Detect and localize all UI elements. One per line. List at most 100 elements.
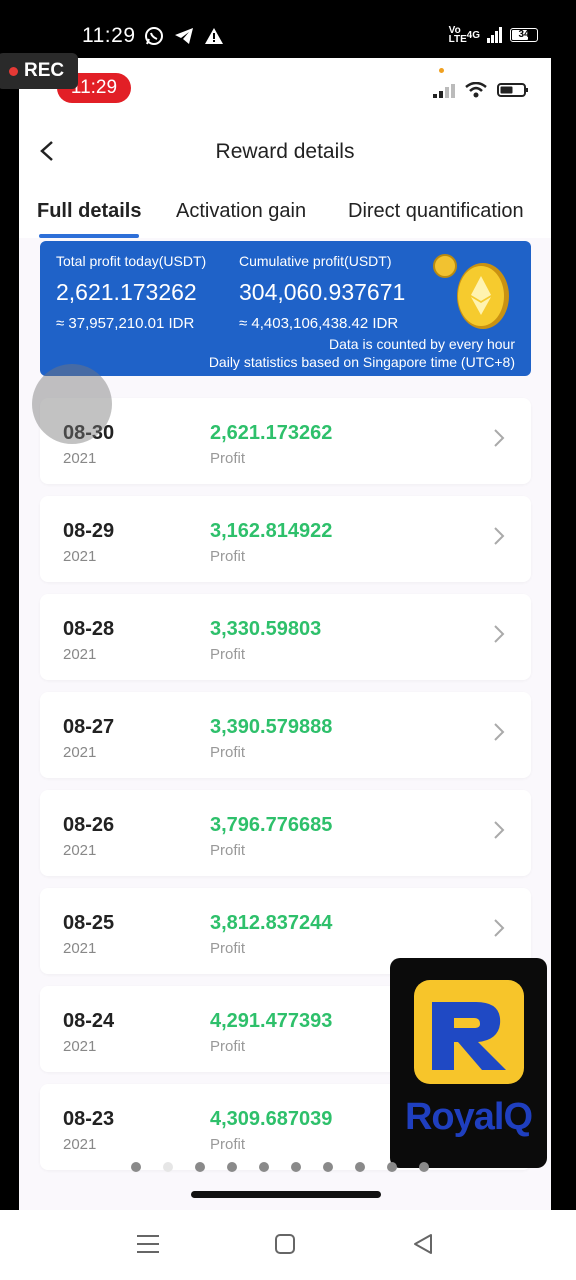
system-clock: 11:29 [82,24,136,47]
back-icon[interactable] [412,1232,434,1256]
page-title: Reward details [215,140,355,163]
row-year: 2021 [63,646,97,663]
row-amount: 3,812.837244 [210,912,333,934]
today-profit-value: 2,621.173262 [56,279,197,305]
page-indicator [131,1162,429,1172]
header-bar: Reward details [19,118,551,184]
page-dot-active [163,1162,173,1172]
profit-summary-card: Total profit today(USDT) 2,621.173262 ≈ … [40,241,531,376]
watermark-text: RoyalQ [404,1096,533,1138]
today-profit-label: Total profit today(USDT) [56,253,207,269]
row-label: Profit [210,940,246,957]
battery-icon [497,83,528,97]
signal-icon [433,84,455,98]
row-label: Profit [210,842,246,859]
row-year: 2021 [63,1136,97,1153]
whatsapp-icon [145,27,163,45]
royalq-logo [414,980,524,1084]
row-label: Profit [210,1136,246,1153]
cumulative-profit-label: Cumulative profit(USDT) [239,253,392,269]
record-dot-icon [9,66,18,76]
row-label: Profit [210,548,246,565]
recording-label: REC [24,60,65,81]
privacy-dot [439,68,444,73]
chevron-right-icon [494,821,505,839]
page-dot [355,1162,365,1172]
row-amount: 3,796.776685 [210,814,333,836]
row-label: Profit [210,646,246,663]
wifi-icon [465,82,487,98]
row-amount: 3,390.579888 [210,716,333,738]
tab-full-details[interactable]: Full details [37,200,141,223]
row-year: 2021 [63,744,97,761]
row-date: 08-29 [63,520,115,542]
row-date: 08-26 [63,814,115,836]
page-dot [131,1162,141,1172]
row-year: 2021 [63,1038,97,1055]
row-amount: 4,291.477393 [210,1010,333,1032]
volte-indicator: Vo LTE [448,25,467,45]
royalq-r-logo-icon [432,1002,506,1070]
row-year: 2021 [63,842,97,859]
row-year: 2021 [63,450,97,467]
chevron-right-icon [494,723,505,741]
gesture-home-bar[interactable] [191,1191,381,1198]
row-date: 08-25 [63,912,115,934]
screen: 11:29 VoLTE 4G 34 11:29 Reward details [0,0,576,1280]
page-dot [291,1162,301,1172]
touch-indicator [32,364,112,444]
warning-icon [205,28,223,44]
network-type: 4G [466,29,480,41]
list-item[interactable]: 08-30 2021 2,621.173262 Profit [40,398,531,484]
page-dot [259,1162,269,1172]
tab-activation-gain[interactable]: Activation gain [176,200,306,223]
list-item[interactable]: 08-27 2021 3,390.579888 Profit [40,692,531,778]
signal-icon [487,27,502,43]
hourly-note: Data is counted by every hour [329,336,515,352]
active-tab-indicator [39,234,139,238]
row-label: Profit [210,450,246,467]
home-icon[interactable] [274,1232,296,1256]
row-date: 08-24 [63,1010,115,1032]
system-navigation-bar [0,1210,576,1280]
page-dot [227,1162,237,1172]
chevron-right-icon [494,625,505,643]
row-date: 08-23 [63,1108,115,1130]
page-dot [387,1162,397,1172]
system-indicators: Vo LTE 4G 34 [448,25,538,45]
page-dot [323,1162,333,1172]
list-item[interactable]: 08-29 2021 3,162.814922 Profit [40,496,531,582]
tab-direct-quantification[interactable]: Direct quantification [348,200,524,223]
row-amount: 3,162.814922 [210,520,333,542]
row-date: 08-27 [63,716,115,738]
row-date: 08-28 [63,618,115,640]
row-label: Profit [210,744,246,761]
timezone-note: Daily statistics based on Singapore time… [208,354,515,370]
chevron-right-icon [494,919,505,937]
notification-icons [144,26,224,46]
row-amount: 2,621.173262 [210,422,333,444]
cumulative-profit-value: 304,060.937671 [239,279,406,305]
row-year: 2021 [63,940,97,957]
page-dot [195,1162,205,1172]
recording-badge: REC [0,53,78,89]
royalq-watermark: RoyalQ [390,958,547,1168]
today-profit-idr: ≈ 37,957,210.01 IDR [56,315,195,332]
list-item[interactable]: 08-26 2021 3,796.776685 Profit [40,790,531,876]
cumulative-profit-idr: ≈ 4,403,106,438.42 IDR [239,315,399,332]
ethereum-coin-icon [457,263,509,329]
system-status-bar: 11:29 Vo LTE 4G 34 [0,0,576,58]
row-label: Profit [210,1038,246,1055]
chevron-right-icon [494,527,505,545]
page-dot [419,1162,429,1172]
battery-icon: 34 [510,28,538,42]
telegram-icon [175,28,193,44]
app-status-icons [433,82,529,98]
tab-bar: Full details Activation gain Direct quan… [19,184,551,238]
row-amount: 4,309.687039 [210,1108,333,1130]
menu-icon[interactable] [137,1232,159,1256]
row-year: 2021 [63,548,97,565]
list-item[interactable]: 08-28 2021 3,330.59803 Profit [40,594,531,680]
chevron-right-icon [494,429,505,447]
app-status-bar: 11:29 [19,58,551,118]
